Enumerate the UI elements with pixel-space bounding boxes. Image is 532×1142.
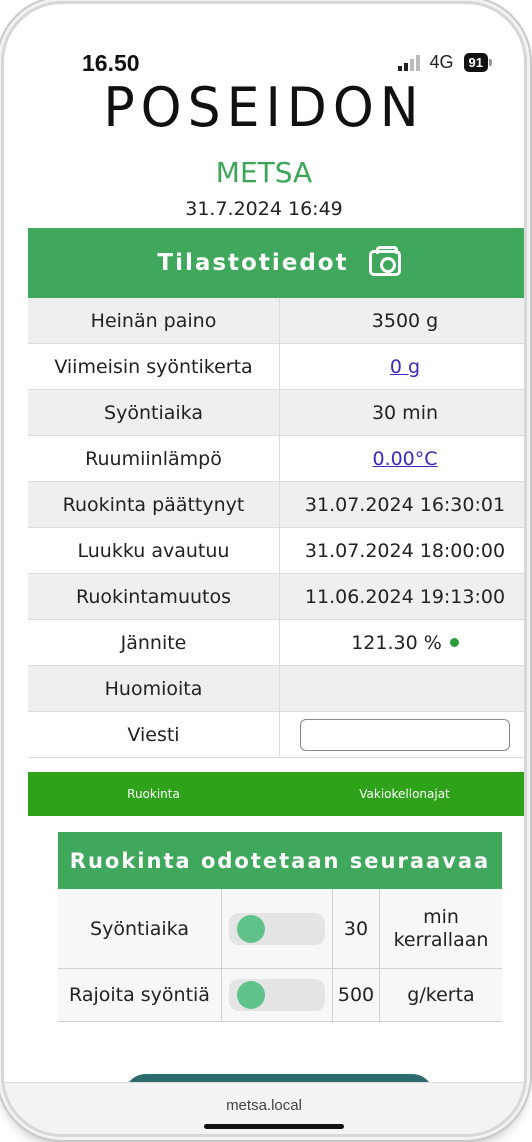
row-label: Luukku avautuu [28, 528, 280, 573]
row-label: Heinän paino [28, 298, 280, 343]
table-row: Syöntiaika 30 min [28, 390, 524, 436]
status-dot-icon [449, 638, 459, 647]
slider-thumb[interactable] [237, 981, 265, 1009]
feeding-row-label: Syöntiaika [58, 889, 222, 968]
row-label: Ruumiinlämpö [28, 436, 280, 481]
nav-feeding-link[interactable]: Ruokinta [28, 772, 279, 816]
device-name: METSA [215, 156, 313, 189]
phone-frame: 16.50 4G 91 POSEIDON METSA 31.7.2024 16:… [4, 4, 524, 1134]
feeding-slider-cell [222, 889, 333, 968]
row-value [280, 712, 524, 757]
voltage-value: 121.30 % [351, 631, 442, 654]
row-label: Huomioita [28, 666, 280, 711]
home-indicator[interactable] [204, 1124, 344, 1129]
camera-icon[interactable] [368, 246, 401, 276]
feeding-row-value: 500 [333, 969, 380, 1021]
nav-fixed-times-link[interactable]: Vakiokellonajat [279, 772, 524, 816]
feeding-row: Syöntiaika 30 min kerrallaan [58, 889, 502, 969]
feeding-card: Ruokinta odotetaan seuraavaa Syöntiaika … [58, 832, 502, 1022]
row-label: Viimeisin syöntikerta [28, 344, 280, 389]
status-indicators: 4G 91 [397, 52, 493, 73]
table-row: Jännite 121.30 % [28, 620, 524, 666]
table-row: Viimeisin syöntikerta 0 g [28, 344, 524, 390]
row-label: Viesti [28, 712, 280, 757]
table-row: Heinän paino 3500 g [28, 298, 524, 344]
row-label: Ruokintamuutos [28, 574, 280, 619]
feeding-row: Rajoita syöntiä 500 g/kerta [58, 969, 502, 1022]
table-row: Luukku avautuu 31.07.2024 18:00:00 [28, 528, 524, 574]
eating-time-slider[interactable] [229, 912, 325, 945]
status-bar: 16.50 4G 91 [4, 42, 524, 82]
row-label: Ruokinta päättynyt [28, 482, 280, 527]
signal-icon [397, 54, 420, 71]
row-value: 0 g [280, 344, 524, 389]
feeding-row-value: 30 [333, 889, 380, 968]
table-row: Huomioita [28, 666, 524, 712]
table-row: Ruumiinlämpö 0.00°C [28, 436, 524, 482]
row-label: Syöntiaika [28, 390, 280, 435]
nav-bar: Ruokinta Vakiokellonajat [28, 772, 524, 816]
brand-logo: POSEIDON [4, 82, 524, 152]
feeding-row-unit: g/kerta [407, 983, 475, 1006]
table-row: Viesti [28, 712, 524, 758]
row-value: 31.07.2024 16:30:01 [304, 493, 506, 516]
battery-icon: 91 [463, 53, 493, 72]
slider-thumb[interactable] [237, 914, 265, 943]
stats-header: Tilastotiedot [28, 228, 524, 298]
table-row: Ruokintamuutos 11.06.2024 19:13:00 [28, 574, 524, 620]
stats-table: Tilastotiedot Heinän paino 3500 g Viimei… [28, 228, 524, 758]
table-row: Ruokinta päättynyt 31.07.2024 16:30:01 [28, 482, 524, 528]
row-value: 0.00°C [280, 436, 524, 481]
feeding-title: Ruokinta odotetaan seuraavaa [58, 832, 502, 889]
row-value: 11.06.2024 19:13:00 [304, 585, 506, 608]
limit-feeding-slider[interactable] [229, 979, 325, 1011]
row-label: Jännite [28, 620, 280, 665]
row-value: 121.30 % [280, 620, 524, 665]
stats-title: Tilastotiedot [157, 250, 349, 276]
row-value: 31.07.2024 18:00:00 [304, 539, 506, 562]
brand-name: POSEIDON [103, 82, 425, 140]
feeding-row-label: Rajoita syöntiä [58, 969, 222, 1021]
url-text: metsa.local [226, 1097, 302, 1114]
message-input[interactable] [300, 718, 510, 751]
network-label: 4G [429, 52, 454, 72]
feeding-row-unit: min kerrallaan [393, 905, 489, 951]
status-time: 16.50 [82, 50, 140, 76]
last-feed-link[interactable]: 0 g [390, 356, 420, 378]
row-value [280, 666, 524, 711]
stats-rows: Heinän paino 3500 g Viimeisin syöntikert… [28, 298, 524, 758]
feeding-slider-cell [222, 969, 333, 1021]
row-value: 3500 g [371, 309, 439, 332]
temperature-link[interactable]: 0.00°C [372, 448, 437, 470]
row-value: 30 min [371, 401, 439, 424]
current-datetime: 31.7.2024 16:49 [185, 198, 343, 220]
